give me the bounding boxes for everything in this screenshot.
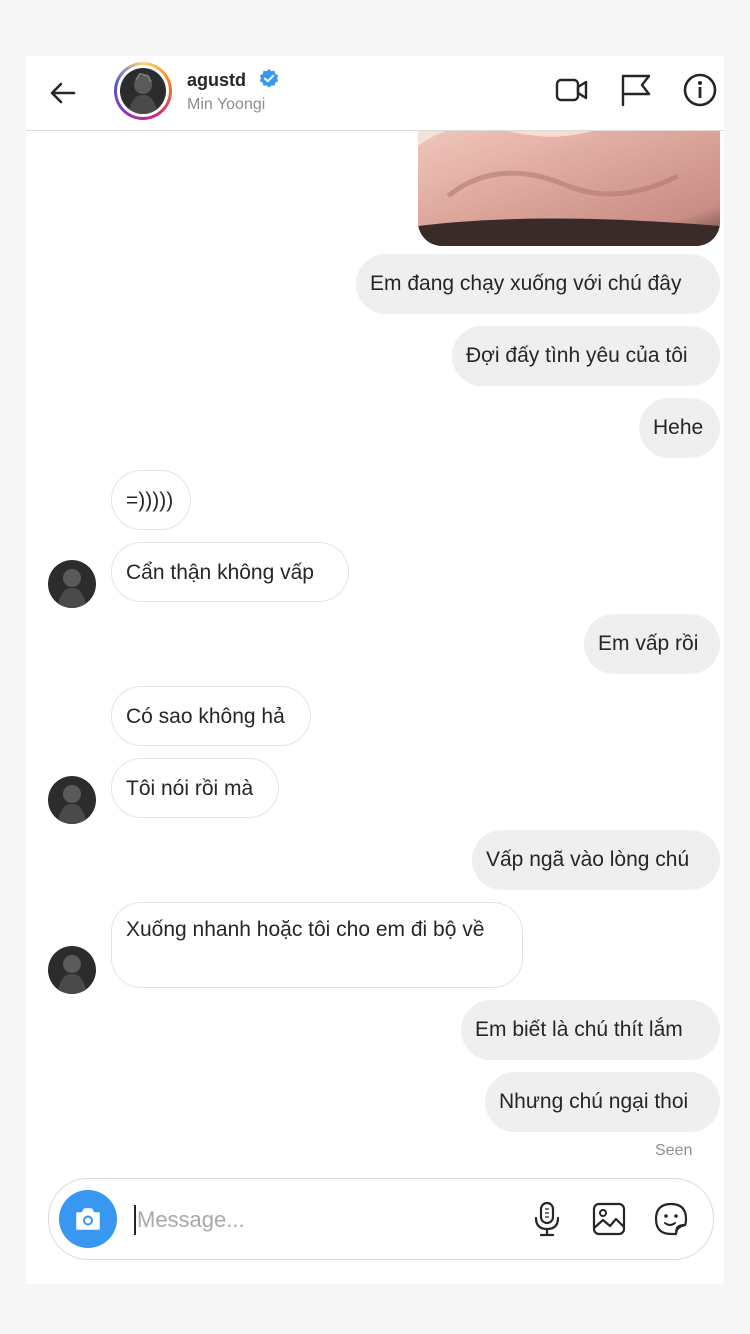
message-bubble-outgoing[interactable]: Hehe xyxy=(639,398,720,458)
sender-avatar[interactable] xyxy=(48,946,96,994)
back-arrow-icon[interactable] xyxy=(48,78,78,108)
video-call-icon[interactable] xyxy=(554,72,590,108)
message-bubble-incoming[interactable]: Tôi nói rồi mà xyxy=(111,758,279,818)
camera-icon xyxy=(76,1208,100,1230)
verified-badge-icon xyxy=(259,68,279,88)
message-bubble-outgoing[interactable]: Đợi đấy tình yêu của tôi xyxy=(452,326,720,386)
message-bubble-incoming[interactable]: Xuống nhanh hoặc tôi cho em đi bộ về xyxy=(111,902,523,988)
camera-button[interactable] xyxy=(59,1190,117,1248)
sender-avatar[interactable] xyxy=(48,560,96,608)
header-username[interactable]: agustd xyxy=(187,70,246,91)
message-composer xyxy=(48,1178,714,1260)
info-icon[interactable] xyxy=(682,72,718,108)
message-bubble-incoming[interactable]: =))))) xyxy=(111,470,191,530)
chat-header: agustd Min Yoongi xyxy=(26,56,724,131)
message-bubble-incoming[interactable]: Có sao không hả xyxy=(111,686,311,746)
message-bubble-outgoing[interactable]: Em biết là chú thít lắm xyxy=(461,1000,720,1060)
flag-icon[interactable] xyxy=(618,72,654,108)
avatar-image xyxy=(120,68,166,114)
seen-status: Seen xyxy=(655,1142,693,1159)
message-input[interactable] xyxy=(135,1201,439,1239)
microphone-icon[interactable] xyxy=(527,1199,567,1239)
message-bubble-outgoing[interactable]: Em đang chạy xuống với chú đây xyxy=(356,254,720,314)
message-bubble-outgoing[interactable]: Em vấp rồi xyxy=(584,614,720,674)
message-bubble-outgoing[interactable]: Nhưng chú ngại thoi xyxy=(485,1072,720,1132)
message-bubble-outgoing[interactable]: Vấp ngã vào lòng chú xyxy=(472,830,720,890)
header-display-name: Min Yoongi xyxy=(187,96,266,113)
sender-avatar[interactable] xyxy=(48,776,96,824)
gallery-icon[interactable] xyxy=(589,1199,629,1239)
profile-avatar[interactable] xyxy=(114,62,172,120)
sticker-icon[interactable] xyxy=(651,1199,691,1239)
message-bubble-incoming[interactable]: Cẩn thận không vấp xyxy=(111,542,349,602)
chat-screen: agustd Min Yoongi Em đang chạy xuống với… xyxy=(26,56,724,1284)
